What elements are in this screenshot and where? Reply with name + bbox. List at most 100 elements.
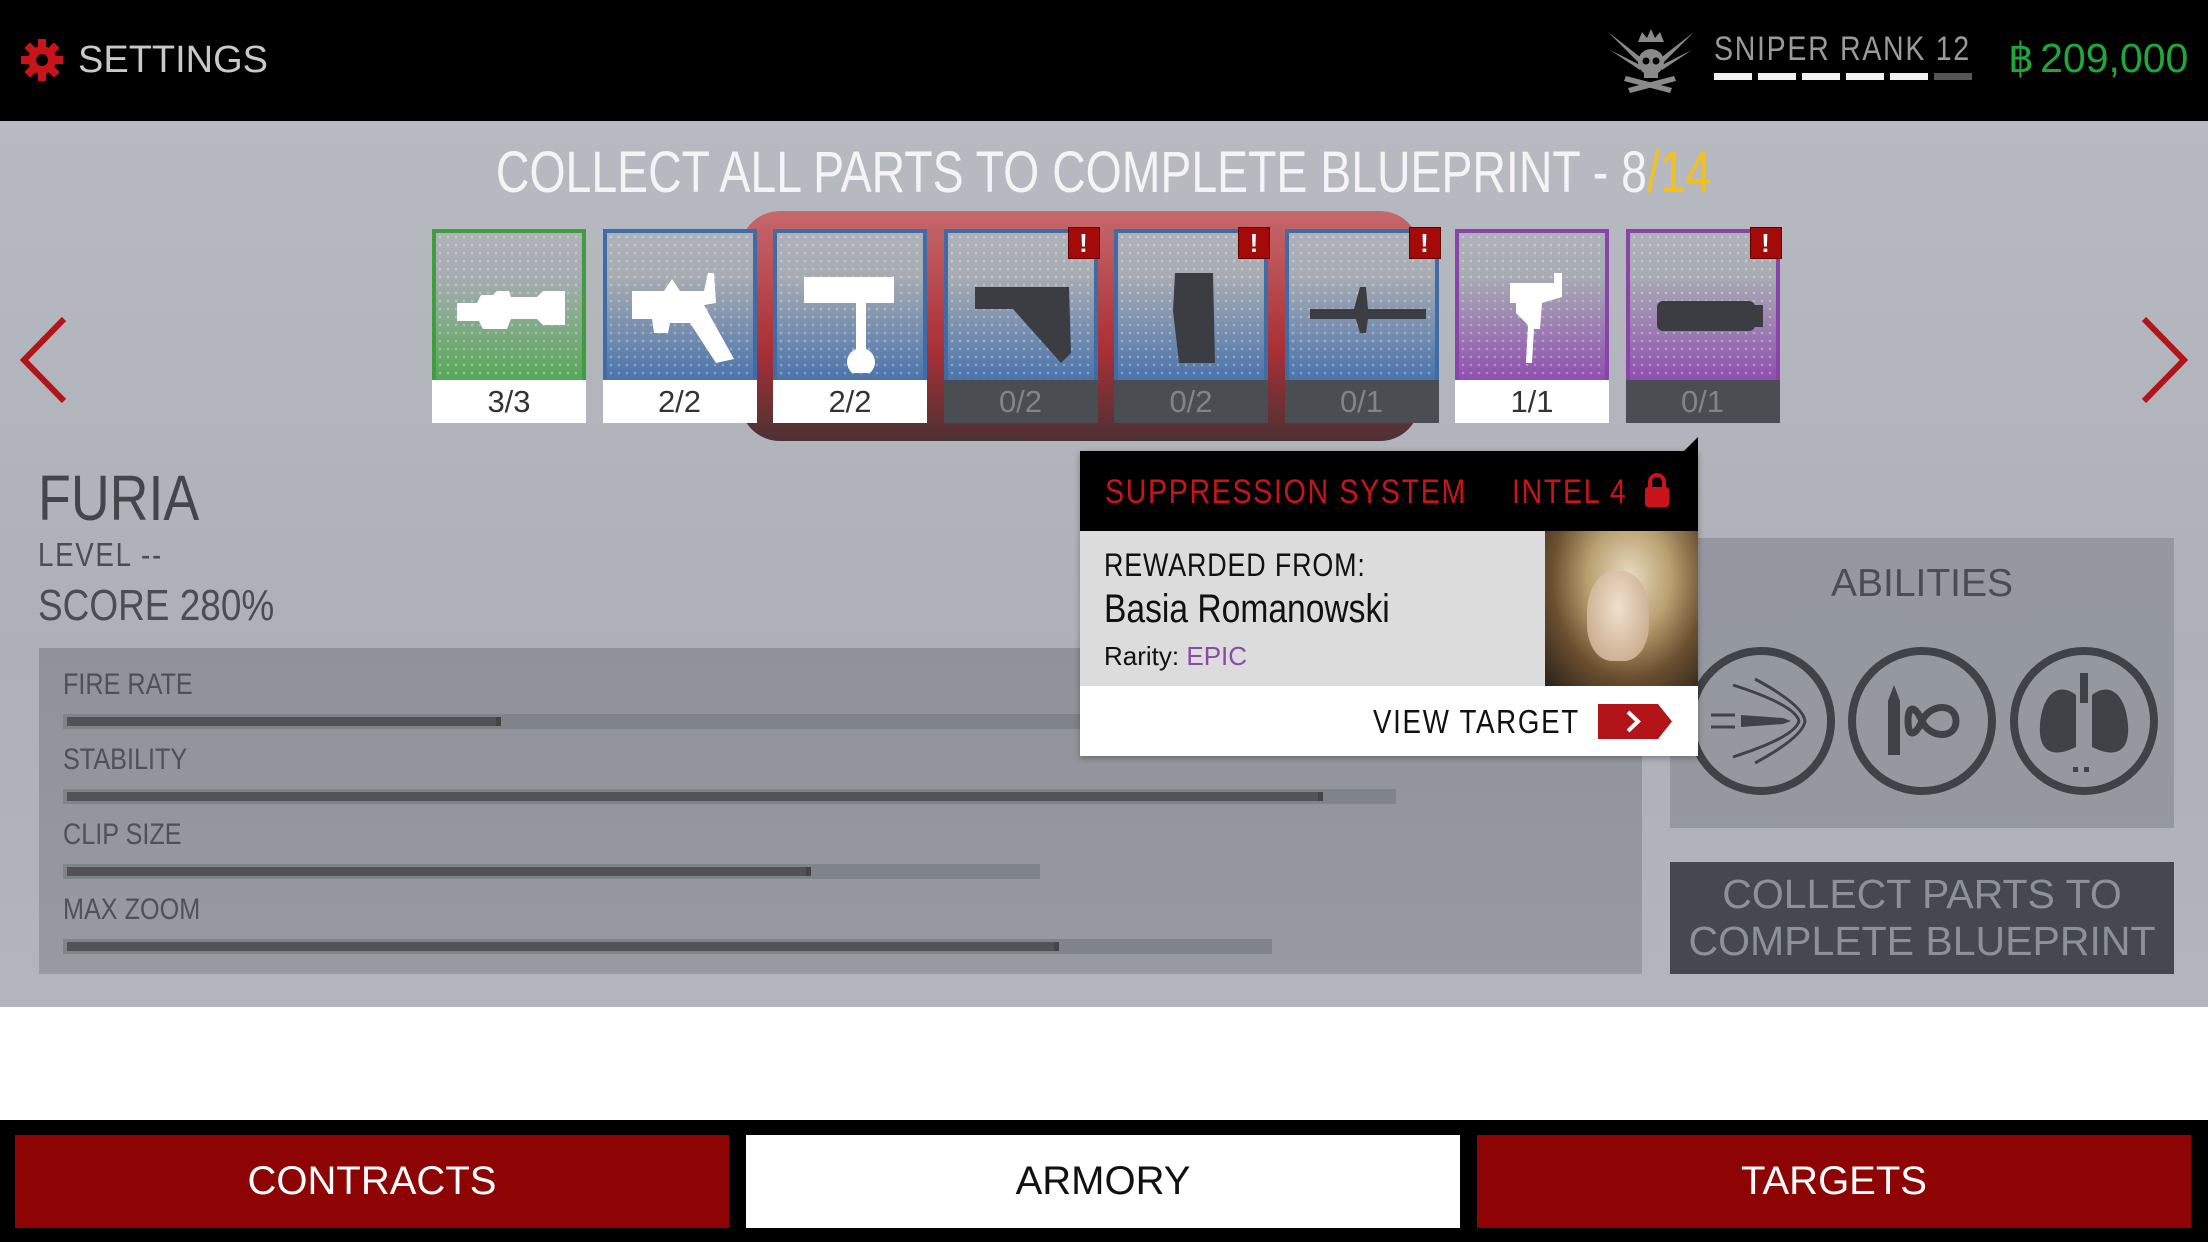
part-card[interactable]: 2/2 <box>773 229 927 423</box>
weapon-level: LEVEL -- <box>38 536 163 573</box>
tab-label: ARMORY <box>1015 1159 1191 1203</box>
part-count: 2/2 <box>773 380 927 423</box>
popup-body: REWARDED FROM: Basia Romanowski Rarity: … <box>1080 531 1545 686</box>
rewarded-from-label: REWARDED FROM: <box>1104 547 1366 583</box>
part-name: SUPPRESSION SYSTEM <box>1105 473 1467 511</box>
part-image <box>436 233 582 380</box>
stat-label: CLIP SIZE <box>63 818 182 851</box>
popup-header: SUPPRESSION SYSTEM INTEL 4 <box>1080 451 1698 531</box>
spacer <box>0 1007 2208 1120</box>
collect-parts-button[interactable]: COLLECT PARTS TO COMPLETE BLUEPRINT <box>1670 862 2174 974</box>
sniper-rank-emblem-icon <box>1608 29 1694 93</box>
stat-bar-fill <box>67 792 1323 801</box>
top-bar: SETTINGS SNIPER RANK 12 ฿ 209,000 <box>0 0 2208 121</box>
tab-contracts[interactable]: CONTRACTS <box>15 1135 729 1228</box>
scope-icon <box>457 291 565 329</box>
part-count: 2/2 <box>602 380 757 423</box>
collect-parts-line2: COMPLETE BLUEPRINT <box>1688 918 2156 964</box>
part-count: 1/1 <box>1455 380 1609 423</box>
part-card[interactable]: 3/3 <box>432 229 586 423</box>
suppressor-icon <box>1656 301 1763 331</box>
lock-icon <box>1645 473 1669 507</box>
alert-badge: ! <box>1238 227 1270 259</box>
abilities-title: ABILITIES <box>1830 562 2014 605</box>
rank-segment-filled <box>1758 73 1796 80</box>
settings-label: SETTINGS <box>78 38 269 81</box>
bottom-nav: CONTRACTS ARMORY TARGETS <box>0 1120 2208 1242</box>
alert-badge: ! <box>1067 227 1100 259</box>
piercing-bullet-icon <box>1711 677 1807 765</box>
lungs-icon <box>2039 673 2129 772</box>
tab-label: CONTRACTS <box>247 1159 497 1203</box>
rank-segment-filled <box>1714 73 1752 80</box>
infinite-ammo-icon <box>1888 685 1960 755</box>
intel-requirement: INTEL 4 <box>1512 473 1628 511</box>
currency-icon: ฿ <box>2008 35 2035 81</box>
target-name: Basia Romanowski <box>1104 587 1390 631</box>
rarity-line: Rarity: EPIC <box>1104 641 1247 672</box>
part-count: 0/2 <box>1114 380 1268 423</box>
settings-button[interactable]: SETTINGS <box>20 18 268 102</box>
part-card[interactable]: 2/2 <box>602 229 757 423</box>
parts-collected: 8 <box>1621 140 1648 205</box>
part-image <box>777 233 923 380</box>
part-count: 3/3 <box>432 380 586 423</box>
stat-label: STABILITY <box>63 743 188 776</box>
rank-segment-filled <box>1802 73 1840 80</box>
next-weapon-arrow-icon[interactable] <box>2140 317 2190 403</box>
blueprint-title-text: COLLECT ALL PARTS TO COMPLETE BLUEPRINT … <box>496 140 1622 205</box>
stat-label: MAX ZOOM <box>63 893 201 926</box>
chevron-right-icon <box>1598 704 1672 739</box>
collect-parts-line1: COLLECT PARTS TO <box>1722 871 2122 917</box>
trigger-icon <box>1510 273 1562 363</box>
alert-badge: ! <box>1749 227 1782 259</box>
stat-bar <box>63 939 1272 954</box>
part-card[interactable]: 0/2 ! <box>1114 227 1270 423</box>
armory-panel: COLLECT ALL PARTS TO COMPLETE BLUEPRINT … <box>0 121 2208 1007</box>
stat-bar-fill <box>67 942 1059 951</box>
part-image <box>1459 233 1605 380</box>
ability-slot[interactable] <box>2010 647 2158 795</box>
previous-weapon-arrow-icon[interactable] <box>18 317 68 403</box>
ability-slot[interactable] <box>1848 647 1996 795</box>
rarity-value: EPIC <box>1186 641 1248 671</box>
rank-segment-filled <box>1846 73 1884 80</box>
part-count: 0/1 <box>1284 380 1439 423</box>
weapon-score: SCORE 280% <box>38 581 275 630</box>
gear-icon <box>21 39 63 81</box>
rank-segment-filled <box>1890 73 1928 80</box>
money-display: ฿ 209,000 <box>2008 34 2188 82</box>
stat-label: FIRE RATE <box>63 668 193 701</box>
receiver-icon <box>631 273 734 363</box>
rank-segment-empty <box>1934 73 1972 80</box>
stat-bar <box>63 789 1396 804</box>
view-target-button[interactable]: VIEW TARGET <box>1080 686 1698 756</box>
magazine-icon <box>1173 273 1215 363</box>
rarity-label: Rarity: <box>1104 641 1180 671</box>
part-card[interactable]: 0/2 ! <box>943 227 1100 423</box>
tab-label: TARGETS <box>1741 1159 1927 1203</box>
tab-targets[interactable]: TARGETS <box>1477 1135 2191 1228</box>
part-card[interactable]: 0/1 ! <box>1284 227 1441 423</box>
bolt-icon <box>804 277 894 373</box>
stat-bar-fill <box>67 867 811 876</box>
sniper-rank-label: SNIPER RANK 12 <box>1714 30 1971 68</box>
blueprint-title: COLLECT ALL PARTS TO COMPLETE BLUEPRINT … <box>0 139 2208 206</box>
target-portrait <box>1545 531 1698 686</box>
part-count: 0/1 <box>1625 380 1780 423</box>
alert-badge: ! <box>1408 227 1441 259</box>
part-card[interactable]: 0/1 ! <box>1625 227 1782 423</box>
rank-progress-bar <box>1714 73 1972 80</box>
stock-icon <box>974 287 1071 363</box>
part-count: 0/2 <box>943 380 1098 423</box>
part-card[interactable]: 1/1 <box>1455 229 1609 423</box>
stat-bar-fill <box>67 717 501 726</box>
part-info-popup: SUPPRESSION SYSTEM INTEL 4 REWARDED FROM… <box>1080 437 1698 756</box>
part-image <box>606 233 753 380</box>
parts-total: /14 <box>1647 140 1712 205</box>
tab-armory[interactable]: ARMORY <box>746 1135 1460 1228</box>
barrel-icon <box>1309 287 1426 333</box>
money-value: 209,000 <box>2040 35 2189 81</box>
ability-slot[interactable] <box>1687 647 1835 795</box>
weapon-name: FURIA <box>38 462 200 534</box>
